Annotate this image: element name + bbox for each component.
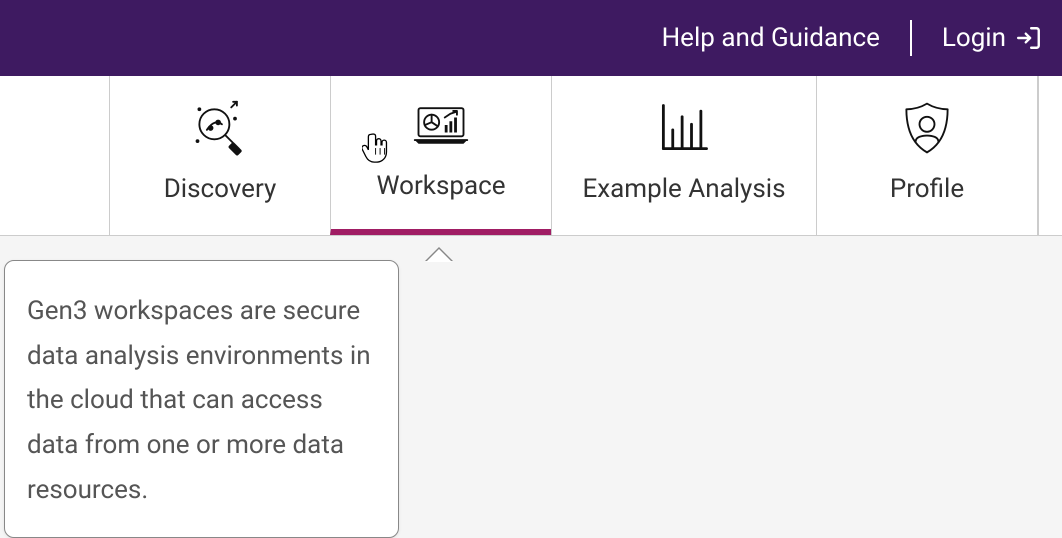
help-link[interactable]: Help and Guidance xyxy=(642,23,900,53)
tab-example-analysis-label: Example Analysis xyxy=(582,174,785,204)
tab-example-analysis[interactable]: Example Analysis xyxy=(551,76,817,235)
shield-user-icon xyxy=(897,98,957,158)
tab-bar: Discovery Workspace Example Analysis xyxy=(0,76,1062,236)
tab-discovery-label: Discovery xyxy=(164,174,277,204)
tooltip-text: Gen3 workspaces are secure data analysis… xyxy=(27,296,371,505)
tab-workspace[interactable]: Workspace xyxy=(330,76,552,235)
magnifier-chart-icon xyxy=(190,98,250,158)
tab-discovery[interactable]: Discovery xyxy=(109,76,331,235)
tab-profile-label: Profile xyxy=(890,174,964,204)
laptop-dashboard-icon xyxy=(411,95,471,155)
tab-spacer xyxy=(0,76,110,235)
tab-profile[interactable]: Profile xyxy=(816,76,1038,235)
divider xyxy=(910,20,912,56)
workspace-tooltip: Gen3 workspaces are secure data analysis… xyxy=(4,260,399,538)
login-link[interactable]: Login xyxy=(922,23,1042,53)
tab-workspace-label: Workspace xyxy=(376,171,505,201)
tab-spacer xyxy=(1038,76,1062,235)
login-icon xyxy=(1016,25,1042,51)
top-bar: Help and Guidance Login xyxy=(0,0,1062,76)
bar-chart-icon xyxy=(654,98,714,158)
login-label: Login xyxy=(942,23,1006,53)
